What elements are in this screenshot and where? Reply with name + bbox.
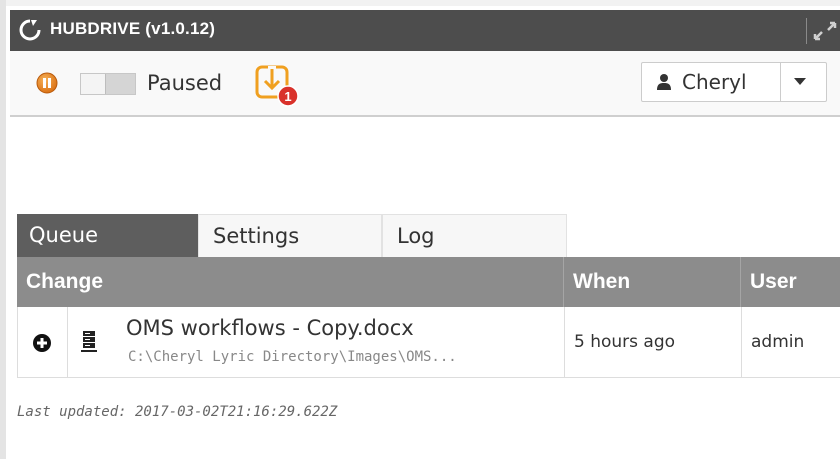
when-cell: 5 hours ago bbox=[564, 307, 741, 377]
user-button[interactable]: Cheryl bbox=[642, 63, 780, 101]
user-menu-divider bbox=[780, 63, 781, 101]
server-icon bbox=[81, 331, 97, 352]
pause-circle-icon[interactable] bbox=[36, 72, 58, 94]
user-icon bbox=[657, 74, 671, 90]
caret-down-icon[interactable] bbox=[794, 78, 806, 85]
file-name: OMS workflows - Copy.docx bbox=[126, 316, 414, 340]
tab-queue[interactable]: Queue bbox=[17, 214, 198, 257]
tab-settings[interactable]: Settings bbox=[198, 214, 382, 257]
app-title: HUBDRIVE (v1.0.12) bbox=[50, 19, 216, 38]
tab-bar: Queue Settings Log bbox=[17, 214, 567, 257]
window-frame-top bbox=[0, 0, 840, 6]
hubdrive-logo-icon bbox=[19, 19, 41, 41]
type-cell bbox=[68, 307, 116, 377]
action-cell bbox=[18, 307, 68, 377]
sync-toggle[interactable] bbox=[80, 73, 136, 95]
column-header-change: Change bbox=[26, 270, 104, 293]
change-cell: OMS workflows - Copy.docx C:\Cheryl Lyri… bbox=[116, 307, 564, 377]
expand-window-icon[interactable] bbox=[812, 20, 838, 42]
queue-table-header: Change When User bbox=[17, 257, 840, 307]
user-cell: admin bbox=[741, 307, 840, 377]
user-name: Cheryl bbox=[682, 70, 747, 94]
window-frame-left bbox=[0, 0, 6, 459]
sync-status-label: Paused bbox=[147, 71, 223, 95]
download-badge-count: 1 bbox=[284, 89, 291, 104]
column-header-when: When bbox=[563, 257, 740, 307]
plus-circle-icon[interactable] bbox=[32, 333, 52, 353]
table-row[interactable]: OMS workflows - Copy.docx C:\Cheryl Lyri… bbox=[17, 307, 840, 378]
file-path: C:\Cheryl Lyric Directory\Images\OMS... bbox=[128, 349, 457, 365]
title-bar: HUBDRIVE (v1.0.12) bbox=[10, 10, 840, 51]
download-arrow-icon[interactable]: 1 bbox=[254, 64, 300, 108]
column-header-user: User bbox=[740, 257, 840, 307]
tab-log[interactable]: Log bbox=[382, 214, 567, 257]
toggle-knob bbox=[81, 74, 106, 94]
title-divider bbox=[806, 18, 807, 44]
user-menu[interactable]: Cheryl bbox=[641, 62, 827, 102]
last-updated-text: Last updated: 2017-03-02T21:16:29.622Z bbox=[17, 404, 338, 420]
toolbar: Paused 1 Cheryl bbox=[10, 51, 840, 117]
